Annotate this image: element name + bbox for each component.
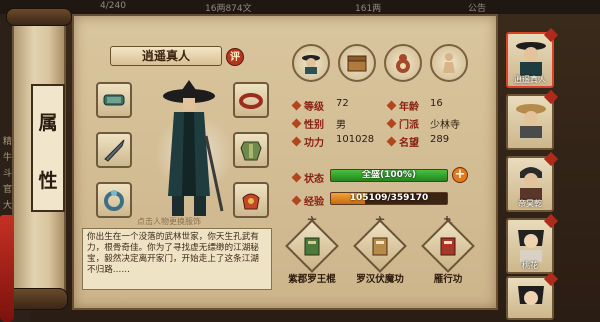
red-tassel — [0, 215, 14, 322]
stat-bullet — [386, 136, 397, 147]
scroll-title-char: 性 — [38, 170, 58, 192]
skill-name: 雁行功 — [433, 274, 463, 285]
equip-slot-pouch[interactable] — [233, 182, 269, 218]
portrait-tab-icon — [302, 55, 320, 74]
attribute-panel: 逍遥真人 评 点击人物更换服饰 你出生在一个没落的武林世家，你天生孔武有力，根骨… — [72, 14, 498, 310]
scroll-top-rod — [6, 8, 72, 26]
warrior-portrait-icon — [520, 167, 542, 200]
equip-slot-dart[interactable] — [96, 132, 132, 168]
exp-text: 105109/359170 — [349, 193, 429, 203]
bg-text: 牛 — [3, 153, 13, 163]
figure-tab-icon — [443, 53, 455, 73]
straw-hat-portrait-icon — [516, 104, 546, 138]
tab-portrait[interactable] — [292, 44, 330, 82]
hermit-portrait-icon — [516, 42, 546, 76]
gender-value: 男 — [336, 120, 346, 131]
party-member-slot[interactable]: 逍遥真人 — [506, 27, 559, 88]
skill-name: 紫郡罗王棍 — [288, 274, 336, 285]
top-status-bar: 4/240 16两874文 161两 公告 — [0, 0, 600, 14]
game-screen: 4/240 16两874文 161两 公告 精 牛 斗 官 大 属 性 逍遥真人… — [0, 0, 600, 322]
blue-ring-icon — [104, 190, 124, 211]
skill-icon-frame — [285, 219, 339, 273]
bg-text: 大 — [3, 201, 13, 211]
bg-text: 斗 — [3, 169, 13, 179]
stat-bullet — [386, 100, 397, 111]
stat-bullet — [291, 195, 302, 206]
skill-name: 罗汉伏魔功 — [356, 274, 404, 285]
member-name: 逍遥真人 — [514, 75, 546, 84]
power-value: 101028 — [336, 134, 375, 145]
status-label: 状态 — [304, 174, 324, 185]
tab-gourd[interactable] — [384, 44, 422, 82]
lady-portrait-icon — [518, 286, 544, 305]
fame-label: 名望 — [399, 138, 419, 149]
status-bar: 全盛(100%) — [330, 169, 448, 182]
book-green-icon — [304, 237, 320, 256]
level-value: 72 — [336, 98, 349, 109]
skill-icon-frame — [353, 219, 407, 273]
scroll-title-char: 属 — [38, 112, 58, 134]
fame-value: 289 — [430, 134, 450, 145]
bg-text: 官 — [3, 185, 13, 195]
peach-portrait-icon — [518, 230, 544, 262]
equip-slot-bracer[interactable] — [96, 82, 132, 118]
equip-slot-armor[interactable] — [233, 132, 269, 168]
bg-text: 精 — [3, 137, 13, 147]
book-red-icon — [440, 237, 456, 256]
armor-icon — [240, 141, 262, 161]
power-label: 功力 — [304, 138, 324, 149]
exp-label: 经验 — [304, 197, 324, 208]
party-member-slot[interactable]: 帝昊乾 — [506, 151, 559, 212]
exp-bar: 105109/359170 — [330, 192, 448, 205]
equip-slot-charm[interactable] — [96, 182, 132, 218]
tab-inventory[interactable] — [338, 44, 376, 82]
skill-card[interactable]: 六 罗汉伏魔功 — [350, 214, 410, 285]
level-label: 等级 — [304, 102, 324, 113]
gender-label: 性别 — [304, 120, 324, 131]
skill-card[interactable]: 九 雁行功 — [418, 214, 478, 285]
top-bar-item: 4/240 — [100, 1, 126, 11]
member-name: 桃花 — [522, 261, 538, 270]
member-name: 帝昊乾 — [518, 199, 542, 208]
add-status-button[interactable]: + — [452, 167, 468, 183]
age-value: 16 — [430, 98, 443, 109]
tab-figure[interactable] — [430, 44, 468, 82]
sect-value: 少林寺 — [430, 120, 460, 131]
chest-tab-icon — [347, 55, 367, 72]
top-bar-item: 16两874文 — [205, 4, 252, 14]
ring-icon — [239, 93, 263, 109]
announcement-label[interactable]: 公告 — [468, 1, 486, 14]
dart-icon — [104, 139, 125, 162]
character-description: 你出生在一个没落的武林世家，你天生孔武有力，根骨奇佳。你为了寻找虚无缥缈的江湖秘… — [82, 228, 272, 290]
party-column: 逍遥真人 帝昊乾 桃花 — [500, 14, 600, 322]
scroll-title-panel: 属 性 — [31, 84, 65, 212]
party-member-slot[interactable] — [506, 271, 559, 320]
party-member-slot[interactable]: 桃花 — [506, 213, 559, 274]
stat-bullet — [291, 100, 302, 111]
character-name: 逍遥真人 — [141, 49, 190, 63]
top-bar-item: 161两 — [355, 4, 382, 14]
rate-badge[interactable]: 评 — [226, 48, 244, 66]
change-outfit-hint: 点击人物更换服饰 — [137, 217, 201, 226]
character-name-banner: 逍遥真人 — [110, 46, 222, 66]
skill-card[interactable]: 六 紫郡罗王棍 — [282, 214, 342, 285]
skill-icon-frame — [421, 219, 475, 273]
stat-bullet — [291, 118, 302, 129]
status-text: 全盛(100%) — [361, 170, 417, 180]
stat-bullet — [291, 136, 302, 147]
equip-slot-ring[interactable] — [233, 82, 269, 118]
book-scroll-icon — [372, 237, 388, 256]
pouch-icon — [242, 193, 260, 210]
stat-bullet — [291, 172, 302, 183]
party-member-slot[interactable] — [506, 89, 559, 150]
stat-bullet — [386, 118, 397, 129]
age-label: 年龄 — [399, 102, 419, 113]
sect-label: 门派 — [399, 120, 419, 131]
gourd-tab-icon — [396, 54, 410, 73]
character-figure[interactable] — [144, 76, 234, 226]
bracer-icon — [103, 94, 125, 106]
